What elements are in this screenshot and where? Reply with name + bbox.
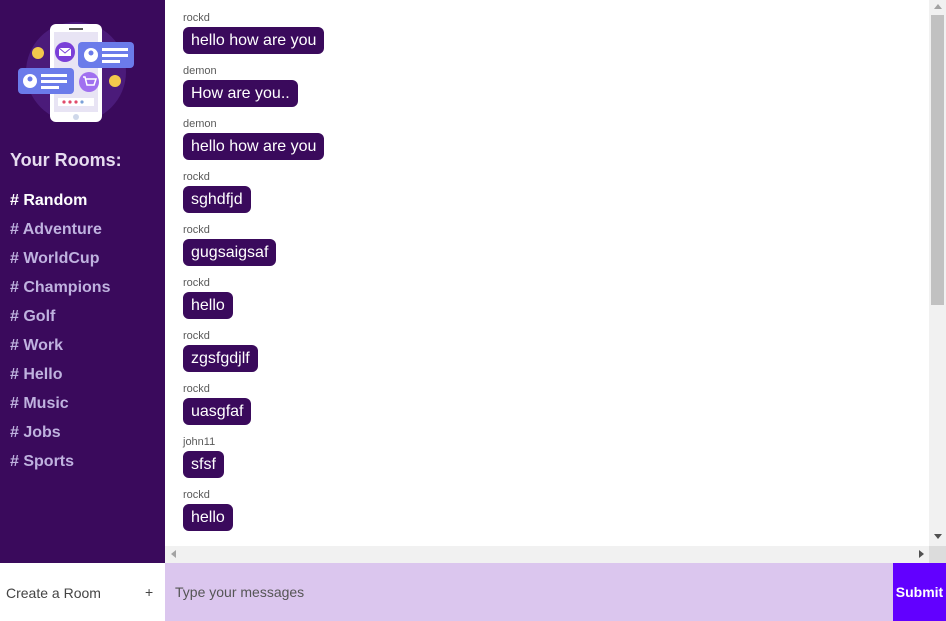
message-username: rockd [183,383,210,395]
message-username: rockd [183,12,210,24]
room-item-sports[interactable]: # Sports [10,452,110,481]
message-item: rockd gugsaigsaf [183,224,277,266]
message-item: demon How are you.. [183,65,298,107]
message-item: rockd sghdfjd [183,171,251,213]
message-username: rockd [183,330,210,342]
message-bubble: uasgfaf [183,398,252,425]
scrollbar-thumb[interactable] [931,15,944,305]
message-username: rockd [183,489,210,501]
message-item: rockd hello [183,489,233,531]
message-item: rockd hello how are you [183,12,325,54]
plus-icon[interactable]: + [145,584,153,600]
room-item-music[interactable]: # Music [10,394,110,423]
create-room-bar: Create a Room + [0,563,165,621]
horizontal-scrollbar[interactable] [165,546,929,563]
message-bubble: How are you.. [183,80,298,107]
message-item: john11 sfsf [183,436,224,478]
message-item: rockd zgsfgdjlf [183,330,258,372]
message-username: john11 [183,436,216,448]
message-username: rockd [183,277,210,289]
message-item: rockd hello [183,277,233,319]
scroll-down-icon[interactable] [934,534,942,539]
chat-messages-panel: rockd hello how are you demon How are yo… [165,0,929,546]
sidebar: Your Rooms: # Random # Adventure # World… [0,0,165,563]
room-item-hello[interactable]: # Hello [10,365,110,394]
message-bubble: gugsaigsaf [183,239,277,266]
message-bubble: sghdfjd [183,186,251,213]
message-username: rockd [183,224,210,236]
message-bubble: hello [183,292,233,319]
phone-chat-illustration-icon [18,22,134,122]
message-bubble: hello how are you [183,27,325,54]
message-bubble: zgsfgdjlf [183,345,258,372]
room-item-random[interactable]: # Random [10,191,110,220]
room-list: # Random # Adventure # WorldCup # Champi… [10,191,110,481]
room-item-champions[interactable]: # Champions [10,278,110,307]
message-item: rockd uasgfaf [183,383,252,425]
message-bubble: sfsf [183,451,224,478]
message-item: demon hello how are you [183,118,325,160]
vertical-scrollbar[interactable] [929,0,946,546]
scroll-up-icon[interactable] [934,4,942,9]
room-item-work[interactable]: # Work [10,336,110,365]
room-item-worldcup[interactable]: # WorldCup [10,249,110,278]
room-item-jobs[interactable]: # Jobs [10,423,110,452]
create-room-label[interactable]: Create a Room [6,585,101,601]
message-bubble: hello [183,504,233,531]
message-username: rockd [183,171,210,183]
rooms-title: Your Rooms: [10,150,122,170]
message-bubble: hello how are you [183,133,325,160]
message-username: demon [183,65,217,77]
scroll-left-icon[interactable] [171,550,176,558]
room-item-golf[interactable]: # Golf [10,307,110,336]
room-item-adventure[interactable]: # Adventure [10,220,110,249]
message-username: demon [183,118,217,130]
scroll-right-icon[interactable] [919,550,924,558]
scrollbar-corner [929,546,946,563]
submit-button[interactable]: Submit [893,563,946,621]
message-input[interactable] [165,563,893,621]
